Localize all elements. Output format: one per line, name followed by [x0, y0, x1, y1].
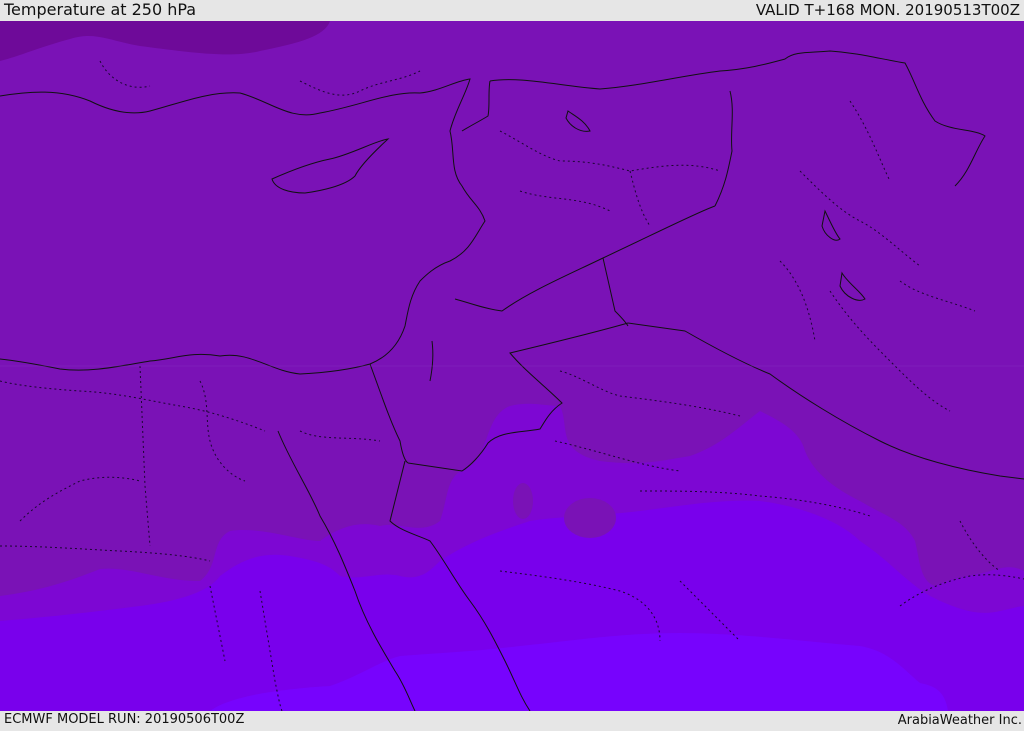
model-run: ECMWF MODEL RUN: 20190506T00Z [4, 712, 245, 727]
temperature-map[interactable] [0, 21, 1024, 711]
map-footer: ECMWF MODEL RUN: 20190506T00Z ArabiaWeat… [0, 711, 1024, 729]
map-header: Temperature at 250 hPa VALID T+168 MON. … [0, 0, 1024, 21]
temp-blob [564, 498, 616, 538]
credit-text: ArabiaWeather Inc. [897, 713, 1022, 728]
map-canvas [0, 21, 1024, 711]
temp-blob-small [513, 483, 533, 519]
